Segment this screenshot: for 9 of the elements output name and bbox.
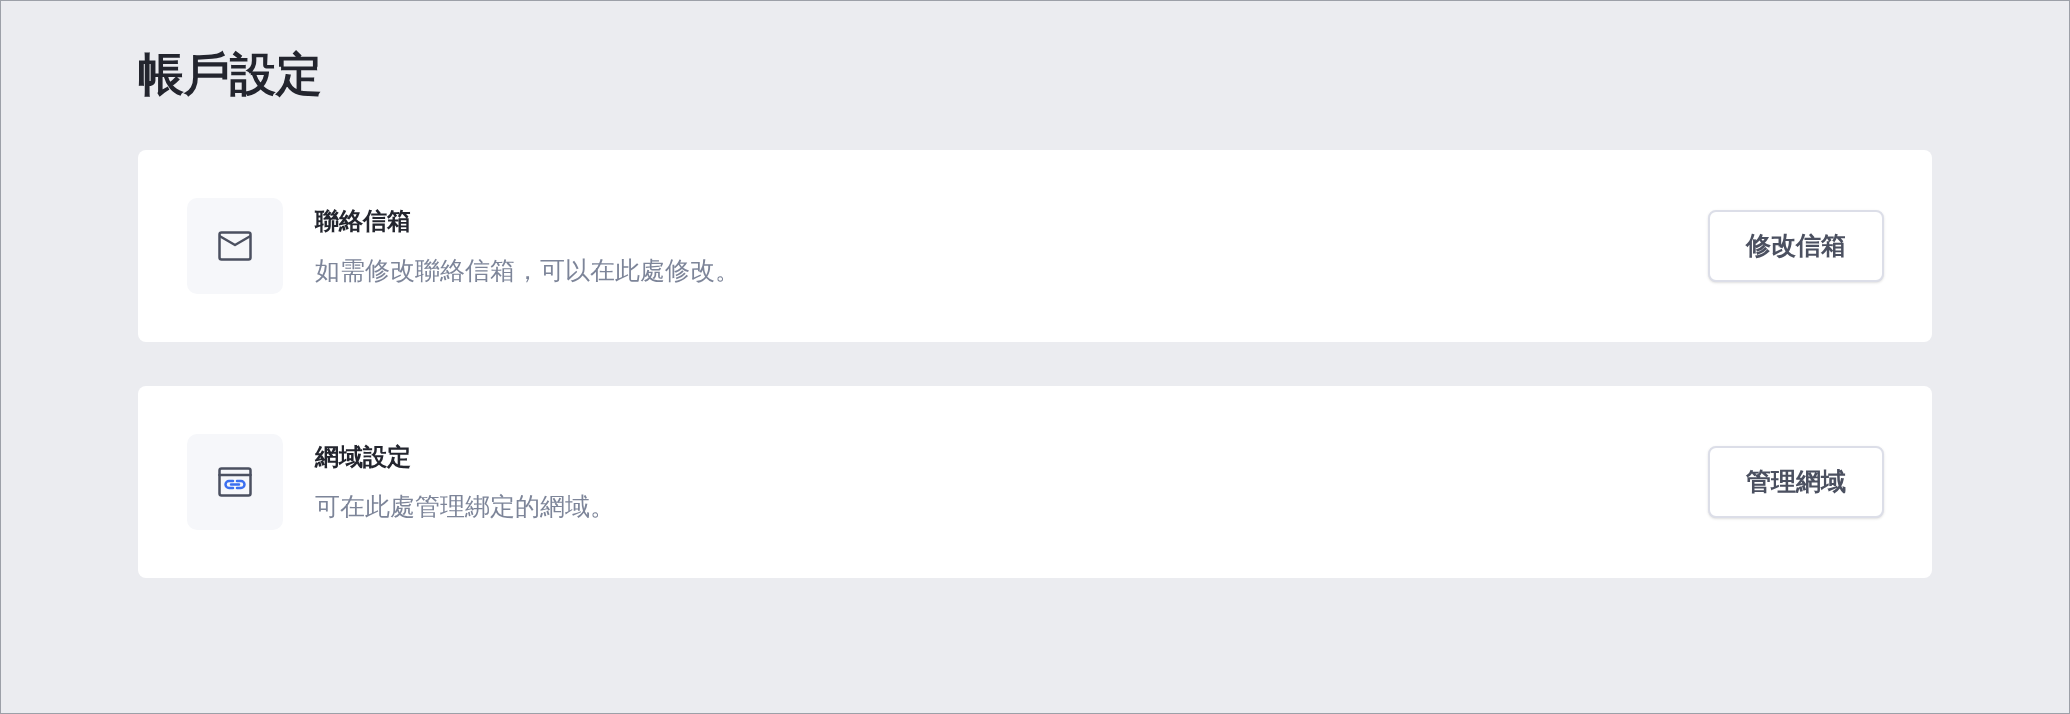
page-title: 帳戶設定 [138,47,322,102]
action-button[interactable]: 修改信箱 [1708,210,1884,282]
section-description: 可在此處管理綁定的網域。 [315,491,615,522]
browser-link-icon [218,467,252,497]
mail-icon [218,231,252,261]
section-title: 網域設定 [315,442,411,472]
action-button[interactable]: 管理網域 [1708,446,1884,518]
section-description: 如需修改聯絡信箱，可以在此處修改。 [315,255,740,286]
section-title: 聯絡信箱 [315,206,411,236]
